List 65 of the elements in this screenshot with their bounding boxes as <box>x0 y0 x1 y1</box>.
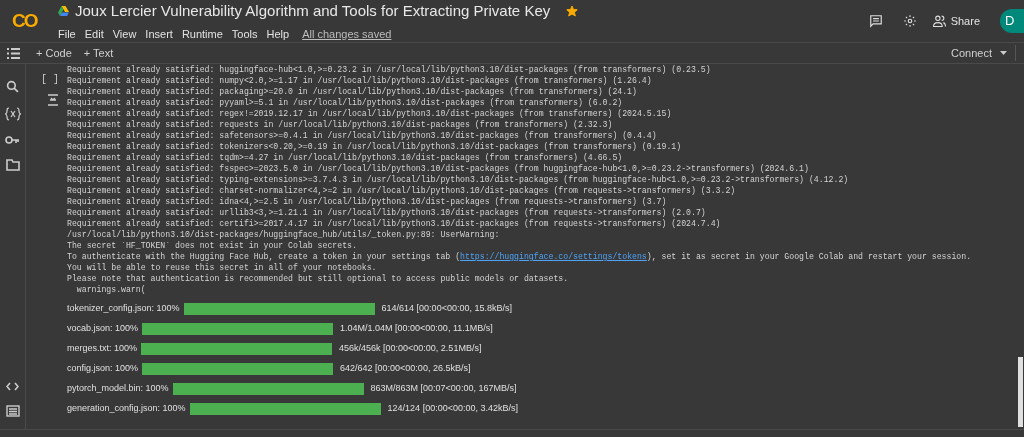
code-icon[interactable] <box>6 382 19 391</box>
progress-label: pytorch_model.bin: 100% <box>67 382 169 396</box>
colab-logo[interactable]: CO <box>12 6 46 36</box>
run-status[interactable]: [ ] <box>41 72 59 87</box>
output-line: Please note that authentication is recommended but still optional to access public models or datasets. <box>67 273 570 284</box>
output-line: Requirement already satisfied: fsspec>=2023.5.0 in /usr/local/lib/python3.10/dist-packages (from huggingface-hub<1.0,>=0.23.2->transformers) (2024.6.1) <box>67 163 810 174</box>
output-line: Requirement already satisfied: tqdm>=4.27 in /usr/local/lib/python3.10/dist-packages (from transformers) (4.66.5) <box>67 152 624 163</box>
menu-item[interactable]: Tools <box>231 25 258 42</box>
output-line: Requirement already satisfied: urllib3<3,>=1.21.1 in /usr/local/lib/python3.10/dist-packages (from requests->transformers) (2.0.7) <box>67 207 707 218</box>
menu-item[interactable]: Runtime <box>181 25 223 42</box>
output-line: You will be able to reuse this secret in all of your notebooks. <box>67 262 378 273</box>
progress-label: vocab.json: 100% <box>67 322 139 336</box>
progress-label: config.json: 100% <box>67 362 139 376</box>
share-button[interactable]: Share <box>930 10 982 32</box>
menu-item[interactable]: Help <box>266 25 290 42</box>
table-of-contents-icon[interactable] <box>7 47 20 59</box>
key-icon[interactable] <box>5 135 20 145</box>
output-line: Requirement already satisfied: requests in /usr/local/lib/python3.10/dist-packages (from transformers) (2.32.3) <box>67 119 614 130</box>
search-icon[interactable] <box>6 80 19 93</box>
progress-label: generation_config.json: 100% <box>67 402 186 416</box>
progress-stats: 642/642 [00:00<00:00, 26.5kB/s] <box>340 362 471 376</box>
progress-stats: 614/614 [00:00<00:00, 15.8kB/s] <box>381 302 512 316</box>
progress-label: tokenizer_config.json: 100% <box>67 302 180 316</box>
output-line: Requirement already satisfied: typing-extensions>=3.7.4.3 in /usr/local/lib/python3.10/dist-packages (from huggingface-hub<1.0,>=0.23.2->transformers) (4.12.2) <box>67 174 850 185</box>
output-line: Requirement already satisfied: numpy<2.0,>=1.17 in /usr/local/lib/python3.10/dist-packages (from transformers) (1.26.4) <box>67 75 653 86</box>
menu-item[interactable]: File <box>58 25 76 42</box>
progress-stats: 124/124 [00:00<00:00, 3.42kB/s] <box>387 402 518 416</box>
settings-icon[interactable] <box>902 14 917 28</box>
scrollbar[interactable] <box>1018 357 1023 427</box>
connect-button[interactable]: Connect <box>951 44 1016 62</box>
output-line: Requirement already satisfied: idna<4,>=2.5 in /usr/local/lib/python3.10/dist-packages (from requests->transformers) (3.7) <box>67 196 668 207</box>
output-line: The secret `HF_TOKEN` does not exist in your Colab secrets. <box>67 240 358 251</box>
output-line: /usr/local/lib/python3.10/dist-packages/huggingface_hub/utils/_token.py:89: UserWarning: <box>67 229 501 240</box>
people-icon <box>932 15 946 27</box>
output-line: Requirement already satisfied: pyyaml>=5.1 in /usr/local/lib/python3.10/dist-packages (from transformers) (6.0.2) <box>67 97 624 108</box>
output-line: Requirement already satisfied: tokenizers<0.20,>=0.19 in /usr/local/lib/python3.10/dist-packages (from transformers) (0.19.1) <box>67 141 683 152</box>
progress-stats: 1.04M/1.04M [00:00<00:00, 11.1MB/s] <box>340 322 493 336</box>
output-line: Requirement already satisfied: huggingface-hub<1.0,>=0.23.2 in /usr/local/lib/python3.10/dist-packages (from transformers) (0.23.5) <box>67 64 712 75</box>
variables-icon[interactable] <box>4 107 21 121</box>
menu-item[interactable]: Edit <box>84 25 104 42</box>
progress-stats: 456k/456k [00:00<00:00, 2.51MB/s] <box>339 342 482 356</box>
progress-stats: 863M/863M [00:07<00:00, 167MB/s] <box>370 382 517 396</box>
output-line: To authenticate with the Hugging Face Hub, create a token in your settings tab (https://huggingface.co/settings/tokens), set it as secret in your Google Colab and restart your session. <box>67 251 973 262</box>
avatar[interactable]: D <box>1000 9 1024 33</box>
caret-icon <box>1000 51 1007 55</box>
output-line: Requirement already satisfied: safetensors>=0.4.1 in /usr/local/lib/python3.10/dist-packages (from transformers) (0.4.4) <box>67 130 658 141</box>
output-line: Requirement already satisfied: certifi>=2017.4.17 in /usr/local/lib/python3.10/dist-packages (from requests->transformers) (2024.7.4) <box>67 218 722 229</box>
output-line: Requirement already satisfied: packaging>=20.0 in /usr/local/lib/python3.10/dist-packages (from transformers) (24.1) <box>67 86 638 97</box>
token-settings-link[interactable]: https://huggingface.co/settings/tokens <box>460 252 647 261</box>
star-icon[interactable] <box>566 5 579 18</box>
menu-item[interactable]: View <box>112 25 137 42</box>
progress-label: merges.txt: 100% <box>67 342 138 356</box>
menu-item[interactable]: Insert <box>145 25 173 42</box>
terminal-icon[interactable] <box>5 405 20 417</box>
output-line: Requirement already satisfied: charset-normalizer<4,>=2 in /usr/local/lib/python3.10/dist-packages (from requests->transformers) (3.3.2) <box>67 185 737 196</box>
drive-icon <box>58 6 69 17</box>
save-status-link[interactable]: All changes saved <box>302 25 392 42</box>
folder-icon[interactable] <box>5 159 20 171</box>
add-code-button[interactable]: + Code <box>36 44 72 62</box>
add-text-button[interactable]: + Text <box>83 44 114 62</box>
output-line: Requirement already satisfied: regex!=2019.12.17 in /usr/local/lib/python3.10/dist-packages (from transformers) (2024.5.15) <box>67 108 673 119</box>
output-options-icon[interactable] <box>47 94 59 106</box>
notebook-title[interactable]: Joux Lercier Vulnerability Algorithm and Tools for Extracting Private Key <box>75 0 551 23</box>
comment-icon[interactable] <box>868 14 883 28</box>
output-line: warnings.warn( <box>75 284 147 295</box>
